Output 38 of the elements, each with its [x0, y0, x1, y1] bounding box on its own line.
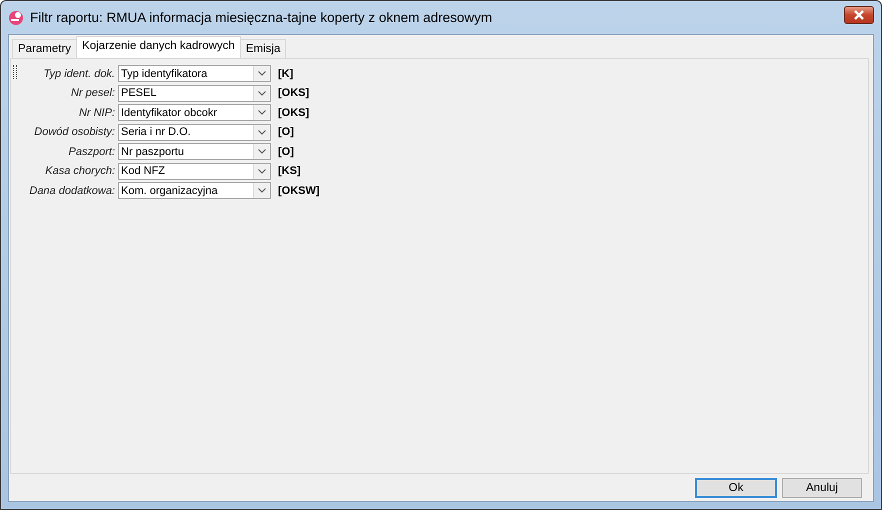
dropdown-field[interactable]: PESEL: [118, 84, 271, 102]
field-label: Nr pesel:: [70, 87, 116, 99]
chevron-down-icon: [258, 168, 266, 174]
grip-icon: [13, 65, 17, 79]
field-label: Nr NIP:: [78, 106, 116, 118]
field-label: Paszport:: [68, 146, 116, 158]
field-label: Kasa chorych:: [44, 165, 116, 177]
app-icon: [8, 10, 24, 26]
dropdown-field[interactable]: Nr paszportu: [118, 143, 271, 160]
field-code: [OKS]: [278, 87, 310, 99]
field-code: [O]: [278, 146, 294, 158]
tab[interactable]: Kojarzenie danych kadrowych: [76, 36, 241, 58]
window-title: Filtr raportu: RMUA informacja miesięczna-tajne koperty z oknem adresowym: [30, 10, 494, 25]
dropdown-field[interactable]: Kod NFZ: [118, 162, 271, 180]
chevron-down-icon: [258, 90, 266, 96]
field-code: [OKSW]: [278, 184, 320, 196]
chevron-down-icon: [258, 188, 266, 193]
field-label: Dana dodatkowa:: [28, 184, 116, 196]
field-label: Dowód osobisty:: [33, 126, 116, 138]
dropdown-field[interactable]: Typ identyfikatora: [118, 65, 271, 82]
dialog-button[interactable]: Ok: [695, 478, 777, 498]
field-code: [K]: [278, 68, 294, 80]
field-code: [OKS]: [278, 106, 310, 118]
field-code: [KS]: [278, 165, 301, 177]
field-code: [O]: [278, 126, 294, 138]
close-button[interactable]: [844, 6, 874, 24]
chevron-down-icon: [258, 130, 266, 134]
close-icon: [853, 10, 865, 20]
field-label: Typ ident. dok.: [42, 68, 116, 80]
dropdown-field[interactable]: Seria i nr D.O.: [118, 124, 271, 140]
dropdown-field[interactable]: Identyfikator obcokr: [118, 104, 271, 121]
chevron-down-icon: [258, 149, 266, 154]
chevron-down-icon: [258, 110, 266, 115]
dialog-button[interactable]: Anuluj: [782, 478, 862, 498]
dropdown-field[interactable]: Kom. organizacyjna: [118, 182, 271, 199]
tab[interactable]: Emisja: [240, 39, 286, 58]
tab[interactable]: Parametry: [12, 39, 78, 58]
chevron-down-icon: [258, 71, 266, 76]
